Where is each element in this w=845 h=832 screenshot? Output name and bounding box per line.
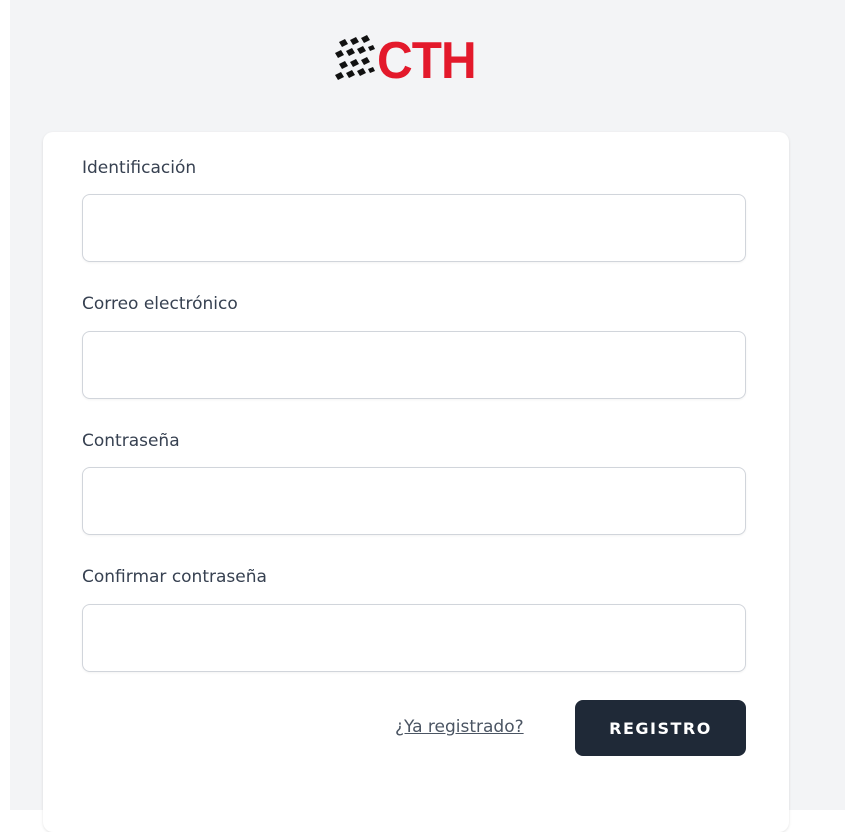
brand-logo-text: CTH [377, 32, 477, 90]
identification-label: Identificación [82, 158, 197, 178]
page-background: CTH Identificación Correo electrónico Co… [10, 0, 845, 832]
register-form-card: Identificación Correo electrónico Contra… [43, 132, 789, 832]
email-label: Correo electrónico [82, 294, 238, 314]
already-registered-link[interactable]: ¿Ya registrado? [395, 717, 524, 737]
identification-input[interactable] [82, 194, 746, 262]
password-label: Contraseña [82, 431, 180, 451]
checkered-flag-icon [335, 35, 375, 80]
confirm-password-label: Confirmar contraseña [82, 567, 267, 587]
register-button[interactable]: REGISTRO [575, 700, 746, 756]
password-input[interactable] [82, 467, 746, 535]
brand-logo: CTH [333, 32, 481, 90]
email-input[interactable] [82, 331, 746, 399]
confirm-password-input[interactable] [82, 604, 746, 672]
